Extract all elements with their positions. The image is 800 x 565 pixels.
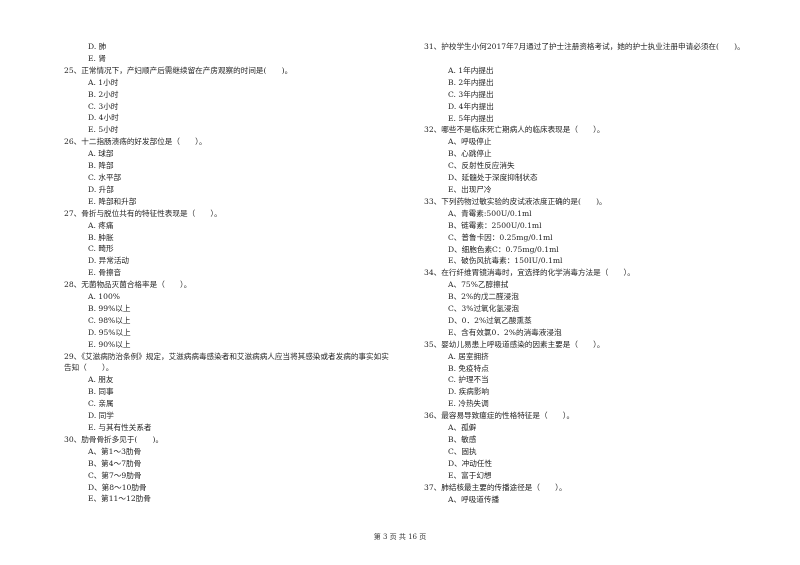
option: D. 4小时 (88, 113, 119, 123)
option: C. 水平部 (88, 172, 122, 182)
question-block: 37、肺结核最主要的传播途径是（ ）。 A、呼吸道传播 (424, 482, 769, 506)
question-stem: 33、下列药物过敏实验的皮试液浓度正确的是( )。 (424, 196, 607, 206)
option: A、呼吸停止 (448, 137, 492, 147)
option: A. 球部 (88, 149, 114, 159)
option: A. 1年内提出 (448, 65, 494, 75)
question-block: 36、最容易导致癔症的性格特征是（ ）。 A、孤僻 B、敏感 C、固执 D、冲动任性 E、… (424, 410, 769, 481)
question-block: 26、十二指肠溃疡的好发部位是（ ）。 A. 球部 B. 降部 C. 水平部 D. 升部… (64, 136, 404, 207)
question-stem: 31、护校学生小何2017年7月通过了护士注册资格考试，她的护士执业注册申请必须… (424, 42, 745, 51)
option: C、第7～9肋骨 (88, 470, 142, 480)
option: A、第1～3肋骨 (88, 446, 142, 456)
question-block: 30、肋骨骨折多见于( )。 A、第1～3肋骨 B、第4～7肋骨 C、第7～9肋骨 D、… (64, 434, 404, 505)
option: E、含有效氯0．2%的消毒液浸泡 (448, 327, 562, 337)
question-stem: 32、哪些不是临床死亡期病人的临床表现是（ ）。 (424, 125, 605, 135)
question-stem: 36、最容易导致癔症的性格特征是（ ）。 (424, 411, 575, 421)
option: E. 与其有性关系者 (88, 423, 152, 432)
question-block: 27、骨折与脱位共有的特征性表现是（ ）。 A. 疼痛 B. 肿胀 C. 畸形 D. 异… (64, 208, 404, 279)
option: E. 骨擦音 (88, 268, 122, 278)
option: D. 肺 (88, 42, 107, 51)
page-footer: 第 3 页 共 16 页 (373, 533, 427, 541)
option: C、3%过氧化氢浸泡 (448, 304, 520, 314)
option: B. 降部 (88, 161, 114, 171)
question-block: 34、在行纤维胃镜消毒时，宜选择的化学消毒方法是（ ）。 A、75%乙醇擦拭 B、2… (424, 267, 769, 338)
question-block: 32、哪些不是临床死亡期病人的临床表现是（ ）。 A、呼吸停止 B、心跳停止 C、反射… (424, 124, 769, 195)
question-stem: 27、骨折与脱位共有的特征性表现是（ ）。 (64, 208, 222, 218)
option: C. 畸形 (88, 244, 114, 254)
question-block: 33、下列药物过敏实验的皮试液浓度正确的是( )。 A、青霉素:500U/0.1m… (424, 196, 769, 267)
option: C、反射性反应消失 (448, 161, 515, 171)
option: C、普鲁卡因：0.25mg/0.1ml (448, 232, 553, 242)
option: A. 1小时 (88, 77, 119, 87)
option: A、孤僻 (448, 423, 477, 433)
option: C. 3年内提出 (448, 89, 494, 99)
question-stem: 28、无菌物品灭菌合格率是（ ）。 (64, 280, 192, 290)
question-block: 35、婴幼儿易患上呼吸道感染的因素主要是（ ）。 A. 居室拥挤 B. 免疫特点 C.… (424, 339, 769, 410)
option: C. 护理不当 (448, 375, 489, 385)
option: D. 疾病影响 (448, 387, 490, 397)
question-block: 29、《艾滋病防治条例》规定，艾滋病病毒感染者和艾滋病病人应当将其感染或者发病的… (64, 351, 404, 434)
option: B、敏感 (448, 435, 477, 444)
option: B. 肿胀 (88, 232, 114, 242)
left-column: D. 肺 E. 肾 25、正常情况下，产妇顺产后需继续留在产房观察的时间是( )… (64, 41, 404, 505)
question-block: 28、无菌物品灭菌合格率是（ ）。 A. 100% B. 99%以上 C. 98%以上… (64, 279, 404, 350)
option: E. 5年内提出 (448, 113, 494, 123)
option: D、0．2%过氧乙酸熏蒸 (448, 315, 532, 325)
option: E、破伤风抗毒素：150IU/0.1ml (448, 256, 563, 266)
option: D. 升部 (88, 184, 114, 194)
option: E. 90%以上 (88, 339, 131, 349)
question-stem: 25、正常情况下，产妇顺产后需继续留在产房观察的时间是( )。 (64, 65, 293, 75)
option: D. 95%以上 (88, 327, 131, 337)
option: A、呼吸道传播 (448, 494, 500, 504)
question-stem: 30、肋骨骨折多见于( )。 (64, 434, 164, 444)
option: B. 2小时 (88, 89, 119, 99)
option: A. 居室拥挤 (448, 351, 489, 361)
option: B. 同事 (88, 387, 114, 397)
option: B、链霉素：2500U/0.1ml (448, 220, 542, 230)
option: B. 99%以上 (88, 303, 131, 313)
option: A、75%乙醇擦拭 (448, 280, 509, 290)
option: B、2%的戊二醛浸泡 (448, 292, 519, 302)
option: E、富于幻想 (448, 470, 492, 480)
option: E. 5小时 (88, 125, 119, 135)
option: D、冲动任性 (448, 458, 493, 468)
option: A、青霉素:500U/0.1ml (448, 208, 532, 218)
option: D、细胞色素C：0.75mg/0.1ml (448, 244, 559, 254)
option: B. 2年内提出 (448, 77, 494, 87)
option: B、心跳停止 (448, 149, 492, 159)
option: C. 98%以上 (88, 315, 131, 325)
option: E、第11～12肋骨 (88, 494, 151, 504)
option: D. 同学 (88, 411, 114, 421)
option: C. 3小时 (88, 101, 119, 111)
option: D、第8～10肋骨 (88, 482, 147, 492)
option: B、第4～7肋骨 (88, 458, 142, 468)
option: E、出现尸冷 (448, 184, 492, 194)
option: C. 亲属 (88, 399, 114, 409)
option: D. 异常活动 (88, 256, 130, 266)
option: B. 免疫特点 (448, 363, 489, 373)
option: E. 冷热失调 (448, 399, 489, 409)
option: A. 朋友 (88, 375, 114, 385)
option: D. 4年内提出 (448, 101, 494, 111)
option: E. 降部和升部 (88, 196, 137, 206)
question-stem: 34、在行纤维胃镜消毒时，宜选择的化学消毒方法是（ ）。 (424, 268, 635, 278)
option: E. 肾 (88, 53, 106, 63)
option: A. 疼痛 (88, 220, 114, 230)
option: A. 100% (88, 292, 121, 302)
option: C、固执 (448, 446, 477, 456)
question-stem: 29、《艾滋病防治条例》规定，艾滋病病毒感染者和艾滋病病人应当将其感染或者发病的… (64, 351, 389, 373)
question-block: 25、正常情况下，产妇顺产后需继续留在产房观察的时间是( )。 A. 1小时 B. … (64, 65, 404, 136)
right-column: 31、护校学生小何2017年7月通过了护士注册资格考试，她的护士执业注册申请必须… (424, 41, 769, 505)
question-block: 31、护校学生小何2017年7月通过了护士注册资格考试，她的护士执业注册申请必须… (424, 41, 769, 124)
option: D、延髓处于深度抑制状态 (448, 173, 538, 183)
question-stem: 26、十二指肠溃疡的好发部位是（ ）。 (64, 137, 207, 147)
question-stem: 37、肺结核最主要的传播途径是（ ）。 (424, 482, 567, 492)
question-stem: 35、婴幼儿易患上呼吸道感染的因素主要是（ ）。 (424, 339, 605, 349)
